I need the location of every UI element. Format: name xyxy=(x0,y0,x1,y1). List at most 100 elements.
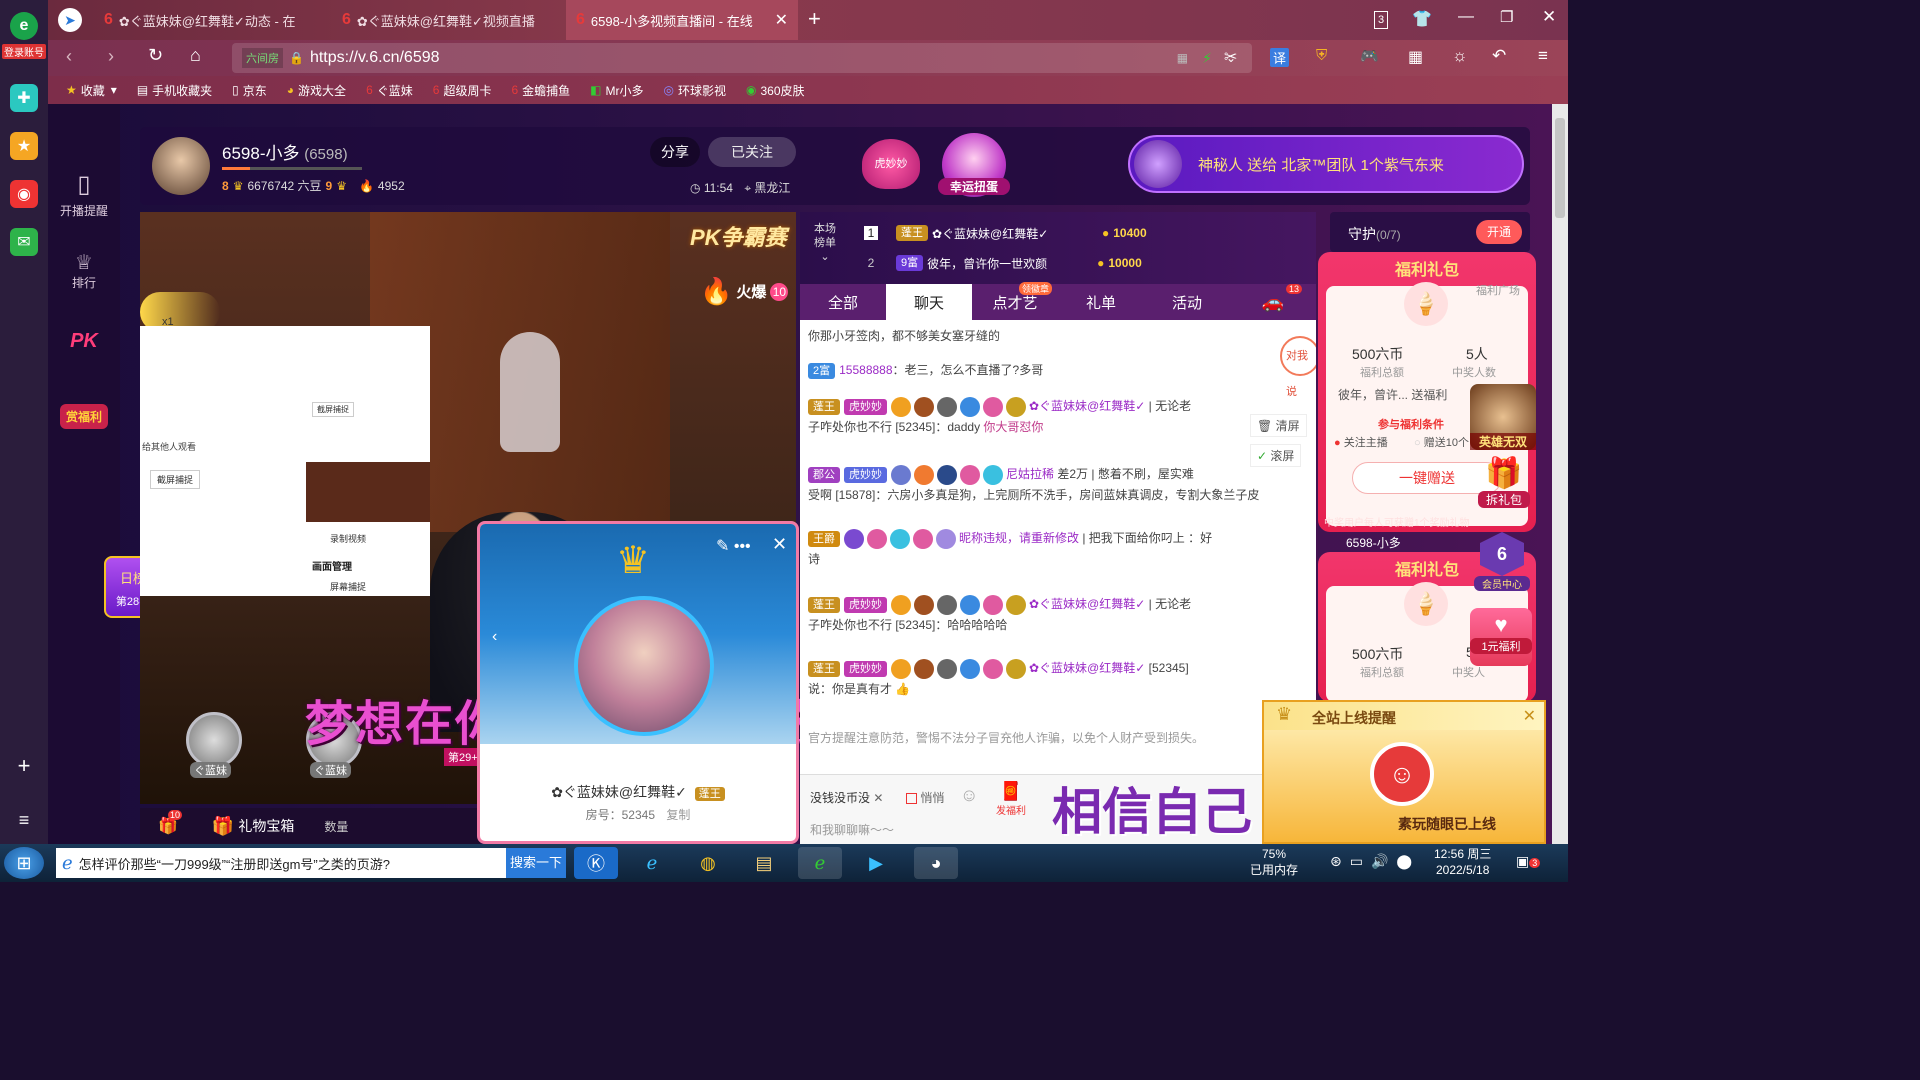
player-icon[interactable]: ▶ xyxy=(854,847,898,879)
gift-pack-button[interactable]: 🎁 拆礼包 xyxy=(1478,456,1530,512)
tab-activity[interactable]: 活动 xyxy=(1144,284,1230,320)
emoji-icon[interactable]: ☺ xyxy=(960,785,978,806)
forward-icon[interactable]: › xyxy=(108,46,114,67)
hot-badge[interactable]: 🔥 火爆 10 xyxy=(700,276,789,307)
hmm-badge[interactable]: 虎妙妙 xyxy=(862,139,920,189)
chrome-icon[interactable]: ◍ xyxy=(686,847,730,879)
notification-icon[interactable]: ▣ 3 xyxy=(1516,853,1541,870)
home-icon[interactable]: ⌂ xyxy=(190,45,201,66)
tab-gifts[interactable]: 礼单 xyxy=(1058,284,1144,320)
url-field[interactable]: 六间房 🔒 https://v.6.cn/6598 ▦ ⚡ ⌄ xyxy=(232,43,1252,73)
favorites-icon[interactable]: ★ xyxy=(10,132,38,160)
add-icon[interactable]: + xyxy=(10,752,38,780)
chat-user[interactable]: 昵称违规，请重新修改 xyxy=(959,531,1079,545)
rank-row[interactable]: 1 蓬王 ✿ぐ蓝妹妹@红舞鞋✓ ● 10400 xyxy=(864,222,1304,244)
cond-follow[interactable]: ● 关注主播 xyxy=(1334,434,1388,450)
bookmark-item[interactable]: ◎ 环球影视 xyxy=(654,82,737,99)
qr-icon[interactable]: ▦ xyxy=(1177,51,1188,65)
close-icon[interactable]: ✕ xyxy=(1523,706,1536,726)
clear-screen-button[interactable]: 🗑 清屏 xyxy=(1250,414,1307,437)
login-label[interactable]: 登录账号 xyxy=(2,44,46,59)
chat-user[interactable]: 尼姑拉稀 xyxy=(1006,467,1054,481)
gift-icon[interactable]: 🎁 10 xyxy=(158,810,183,836)
car-icon[interactable]: 🚗 13 xyxy=(1230,284,1316,320)
capture-button[interactable]: 截屏捕捉 xyxy=(150,470,201,489)
pk-label[interactable]: PK争霸赛 xyxy=(690,220,787,252)
tab-all[interactable]: 全部 xyxy=(800,284,886,320)
translate-icon[interactable]: 译 xyxy=(1270,48,1290,67)
share-button[interactable]: 分享 xyxy=(650,137,700,167)
talk-to-me-button[interactable]: 对我说 xyxy=(1280,336,1316,398)
hero-promo[interactable]: 英雄无双 xyxy=(1470,384,1536,450)
taskbar-search[interactable]: ℯ 怎样评价那些“一刀999级”“注册即送gm号”之类的页游? xyxy=(56,848,508,878)
one-yuan-welfare[interactable]: ♥ 1元福利 xyxy=(1470,608,1532,666)
welfare-square-link[interactable]: 福利广场 xyxy=(1476,282,1520,298)
apps-icon[interactable]: ✚ xyxy=(10,84,38,112)
chat-user[interactable]: ✿ぐ蓝妹妹@红舞鞋✓ xyxy=(1029,399,1145,413)
tab-2[interactable]: 6 ✿ぐ蓝妹妹@红舞鞋✓视频直播 xyxy=(332,0,564,40)
follow-button[interactable]: 已关注 xyxy=(708,137,796,167)
bookmark-item[interactable]: ▤ 手机收藏夹 xyxy=(127,82,222,99)
explorer-icon[interactable]: ▤ xyxy=(742,847,786,879)
nav-ranking[interactable]: 排行 xyxy=(48,274,120,291)
tab-talent[interactable]: 点才艺 领徽章 xyxy=(972,282,1058,320)
cut-icon[interactable]: ✂ xyxy=(1224,47,1237,67)
crown-icon[interactable]: ♕ xyxy=(48,250,120,275)
guest-seat[interactable]: ぐ蓝妹 xyxy=(170,712,260,782)
phone-icon[interactable]: ▯ xyxy=(48,170,120,199)
secret-checkbox[interactable]: 悄悄 xyxy=(906,789,944,806)
bookmark-item[interactable]: ◉ 360皮肤 xyxy=(736,82,815,99)
weibo-icon[interactable]: ◉ xyxy=(10,180,38,208)
clock[interactable]: 12:56 周三 2022/5/18 xyxy=(1434,846,1491,878)
member-center[interactable]: 6 会员中心 xyxy=(1474,532,1530,596)
maximize-icon[interactable]: ❐ xyxy=(1500,8,1513,26)
chat-user[interactable]: ✿ぐ蓝妹妹@红舞鞋✓ xyxy=(1029,597,1145,611)
mail-icon[interactable]: ✉ xyxy=(10,228,38,256)
bookmark-item[interactable]: 6 金蟾捕鱼 xyxy=(501,82,580,99)
popup-prev-icon[interactable]: ‹ xyxy=(492,628,497,646)
compass-icon[interactable]: ➤ xyxy=(58,8,82,32)
close-window-icon[interactable]: ✕ xyxy=(1542,7,1556,27)
chat-user[interactable]: ✿ぐ蓝妹妹@红舞鞋✓ xyxy=(1029,661,1145,675)
close-icon[interactable]: ✕ xyxy=(772,534,787,555)
page-scrollbar[interactable] xyxy=(1552,104,1568,844)
browser-logo-icon[interactable]: e xyxy=(10,12,38,40)
rank-row[interactable]: 2 9富 彼年，曾许你一世欢颜 ● 10000 xyxy=(864,252,1304,274)
back-icon[interactable]: ‹ xyxy=(66,46,72,67)
scroll-thumb[interactable] xyxy=(1555,118,1565,218)
bookmark-item[interactable]: 6 ぐ蓝妹 xyxy=(356,82,423,99)
nav-live-reminder[interactable]: 开播提醒 xyxy=(48,202,120,219)
host-avatar[interactable] xyxy=(152,137,210,195)
k-app-icon[interactable]: Ⓚ xyxy=(574,847,618,879)
nav-pk[interactable]: PK xyxy=(48,330,120,353)
refresh-icon[interactable]: ↻ xyxy=(148,45,163,66)
chat-user[interactable]: 15588888 xyxy=(839,363,892,377)
chat-target-chip[interactable]: 没钱没币没 ✕ xyxy=(810,789,883,806)
welfare-button[interactable]: 🧧 发福利 xyxy=(996,781,1026,817)
lightning-icon[interactable]: ⚡ xyxy=(1202,50,1212,67)
game-icon[interactable]: 🎮 xyxy=(1360,47,1379,65)
ie-browser-icon[interactable]: ℯ xyxy=(630,847,674,879)
cond-gift[interactable]: ○ 赠送10个 xyxy=(1414,434,1469,450)
tab-1[interactable]: 6 ✿ぐ蓝妹妹@红舞鞋✓动态 - 在 xyxy=(94,0,328,40)
tab-chat[interactable]: 聊天 xyxy=(886,284,972,320)
open-guard-button[interactable]: 开通 xyxy=(1476,220,1522,244)
gift-box-label[interactable]: 礼物宝箱 xyxy=(238,816,294,836)
capture-button-small[interactable]: 截屏捕捉 xyxy=(312,402,354,417)
shield-icon[interactable]: ⛨ xyxy=(1316,47,1327,64)
menu-icon[interactable]: ≡ xyxy=(10,806,38,834)
brightness-icon[interactable]: ☼ xyxy=(1452,46,1468,66)
record-button[interactable]: 录制视频 xyxy=(330,532,366,545)
minimize-icon[interactable]: — xyxy=(1458,8,1474,26)
more-icon[interactable]: ✎ ••• xyxy=(716,536,751,556)
close-tab-icon[interactable]: ✕ xyxy=(775,10,788,30)
new-tab-button[interactable]: + xyxy=(808,6,821,32)
grid-icon[interactable]: ▦ xyxy=(1408,47,1423,67)
rank-label[interactable]: 本场 榜单 ⌄ xyxy=(814,222,836,264)
chat-app-icon[interactable]: ◕ xyxy=(914,847,958,879)
nav-welfare[interactable]: 赏福利 xyxy=(60,404,108,429)
bookmark-item[interactable]: ◕ 游戏大全 xyxy=(277,82,356,99)
bookmark-item[interactable]: ▯ 京东 xyxy=(222,82,277,99)
bookmark-favorites[interactable]: ★ 收藏 ▾ xyxy=(56,82,127,99)
360-browser-icon[interactable]: ℯ xyxy=(798,847,842,879)
